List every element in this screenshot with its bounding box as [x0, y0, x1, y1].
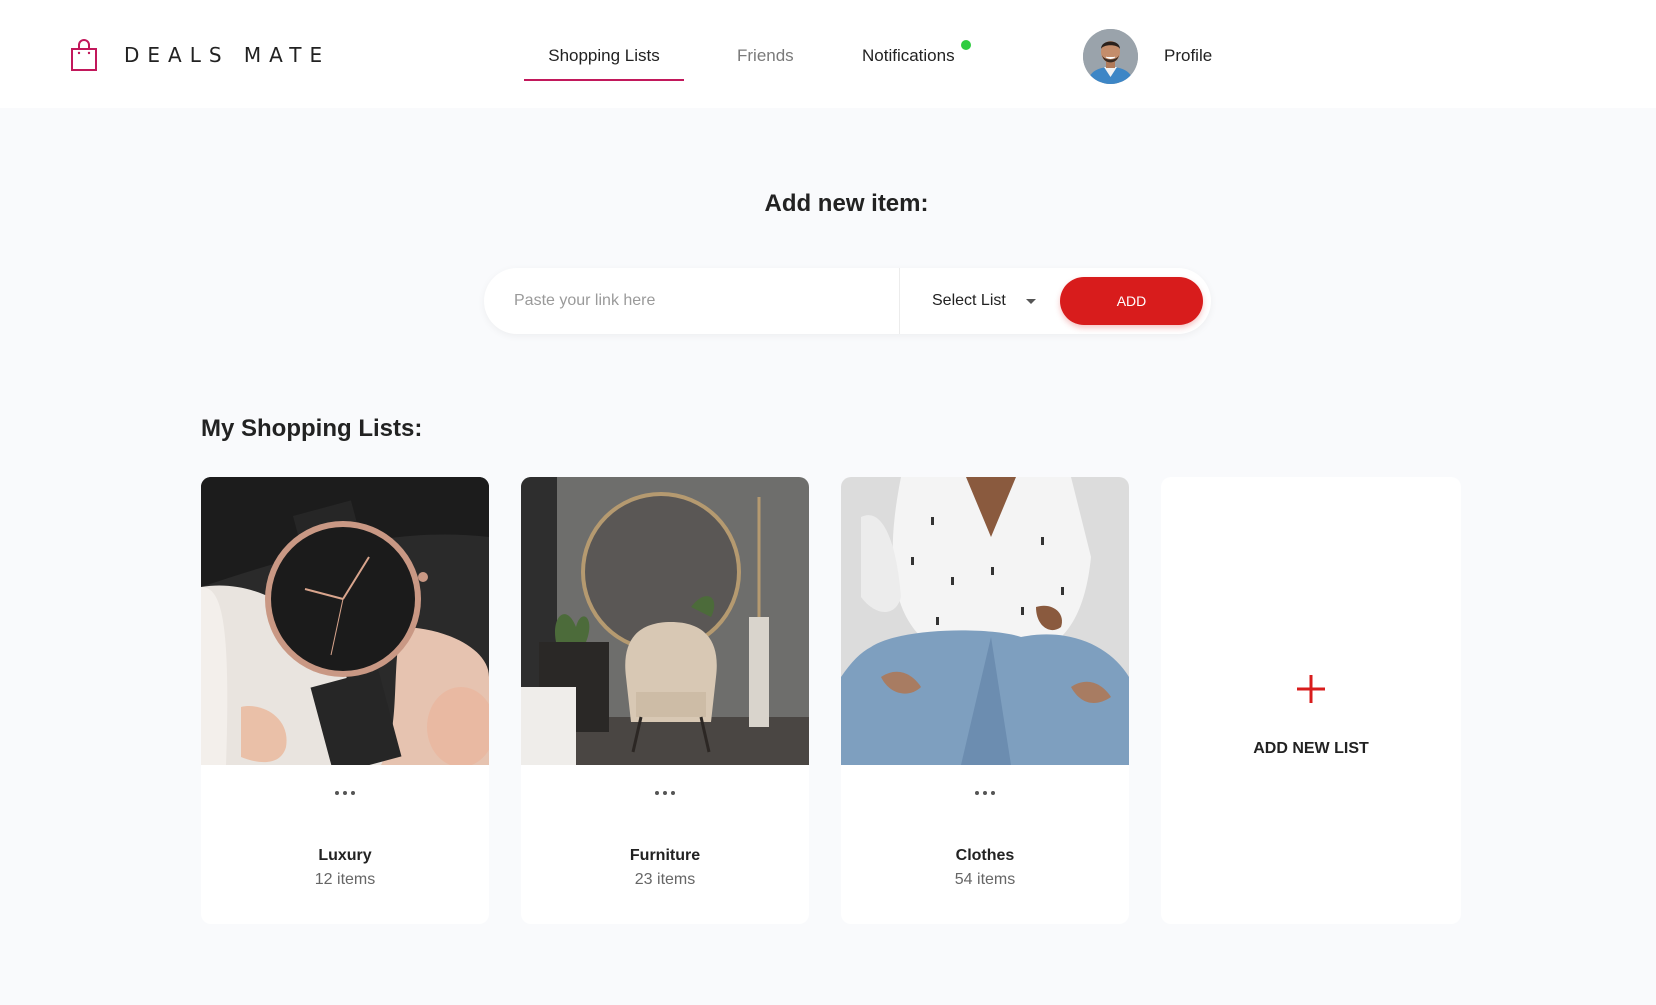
wristwatch-photo — [201, 477, 489, 765]
profile-photo — [1083, 29, 1138, 84]
nav-friends[interactable]: Friends — [737, 46, 794, 66]
card-title: Luxury — [318, 847, 372, 864]
notification-indicator — [961, 40, 971, 50]
card-menu-icon[interactable] — [975, 787, 995, 799]
logo[interactable]: DEALS MATE — [70, 38, 330, 72]
card-menu-icon[interactable] — [335, 787, 355, 799]
card-item-count: 23 items — [634, 871, 696, 888]
avatar[interactable] — [1083, 29, 1138, 84]
card-item-count: 54 items — [954, 871, 1016, 888]
add-button[interactable]: ADD — [1060, 277, 1203, 325]
nav-shopping-lists[interactable]: Shopping Lists — [524, 46, 684, 81]
nav-notifications[interactable]: Notifications — [862, 46, 955, 66]
nav-profile[interactable]: Profile — [1164, 46, 1212, 66]
plus-icon — [1297, 675, 1325, 703]
shirt-jeans-photo — [841, 477, 1129, 765]
card-item-count: 12 items — [314, 871, 376, 888]
armchair-mirror-photo — [521, 477, 809, 765]
add-new-list-label: ADD NEW LIST — [1253, 740, 1369, 757]
link-input[interactable] — [514, 281, 884, 321]
add-item-bar: Select List ADD — [484, 268, 1211, 334]
add-item-title: Add new item: — [764, 190, 929, 217]
list-card-furniture[interactable]: Furniture 23 items — [521, 477, 809, 924]
divider — [899, 268, 900, 334]
list-card-clothes[interactable]: Clothes 54 items — [841, 477, 1129, 924]
card-menu-icon[interactable] — [655, 787, 675, 799]
add-new-list-card[interactable]: ADD NEW LIST — [1161, 477, 1461, 924]
section-title: My Shopping Lists: — [201, 415, 423, 442]
select-list-dropdown[interactable]: Select List — [932, 268, 1036, 334]
top-navigation-bar: DEALS MATE Shopping Lists Friends Notifi… — [0, 0, 1656, 108]
caret-down-icon — [1025, 298, 1036, 304]
logo-text: DEALS MATE — [124, 43, 331, 67]
select-list-label: Select List — [932, 292, 1006, 309]
list-card-luxury[interactable]: Luxury 12 items — [201, 477, 489, 924]
card-title: Clothes — [955, 847, 1015, 864]
shopping-bag-icon — [71, 39, 97, 71]
card-title: Furniture — [629, 847, 701, 864]
